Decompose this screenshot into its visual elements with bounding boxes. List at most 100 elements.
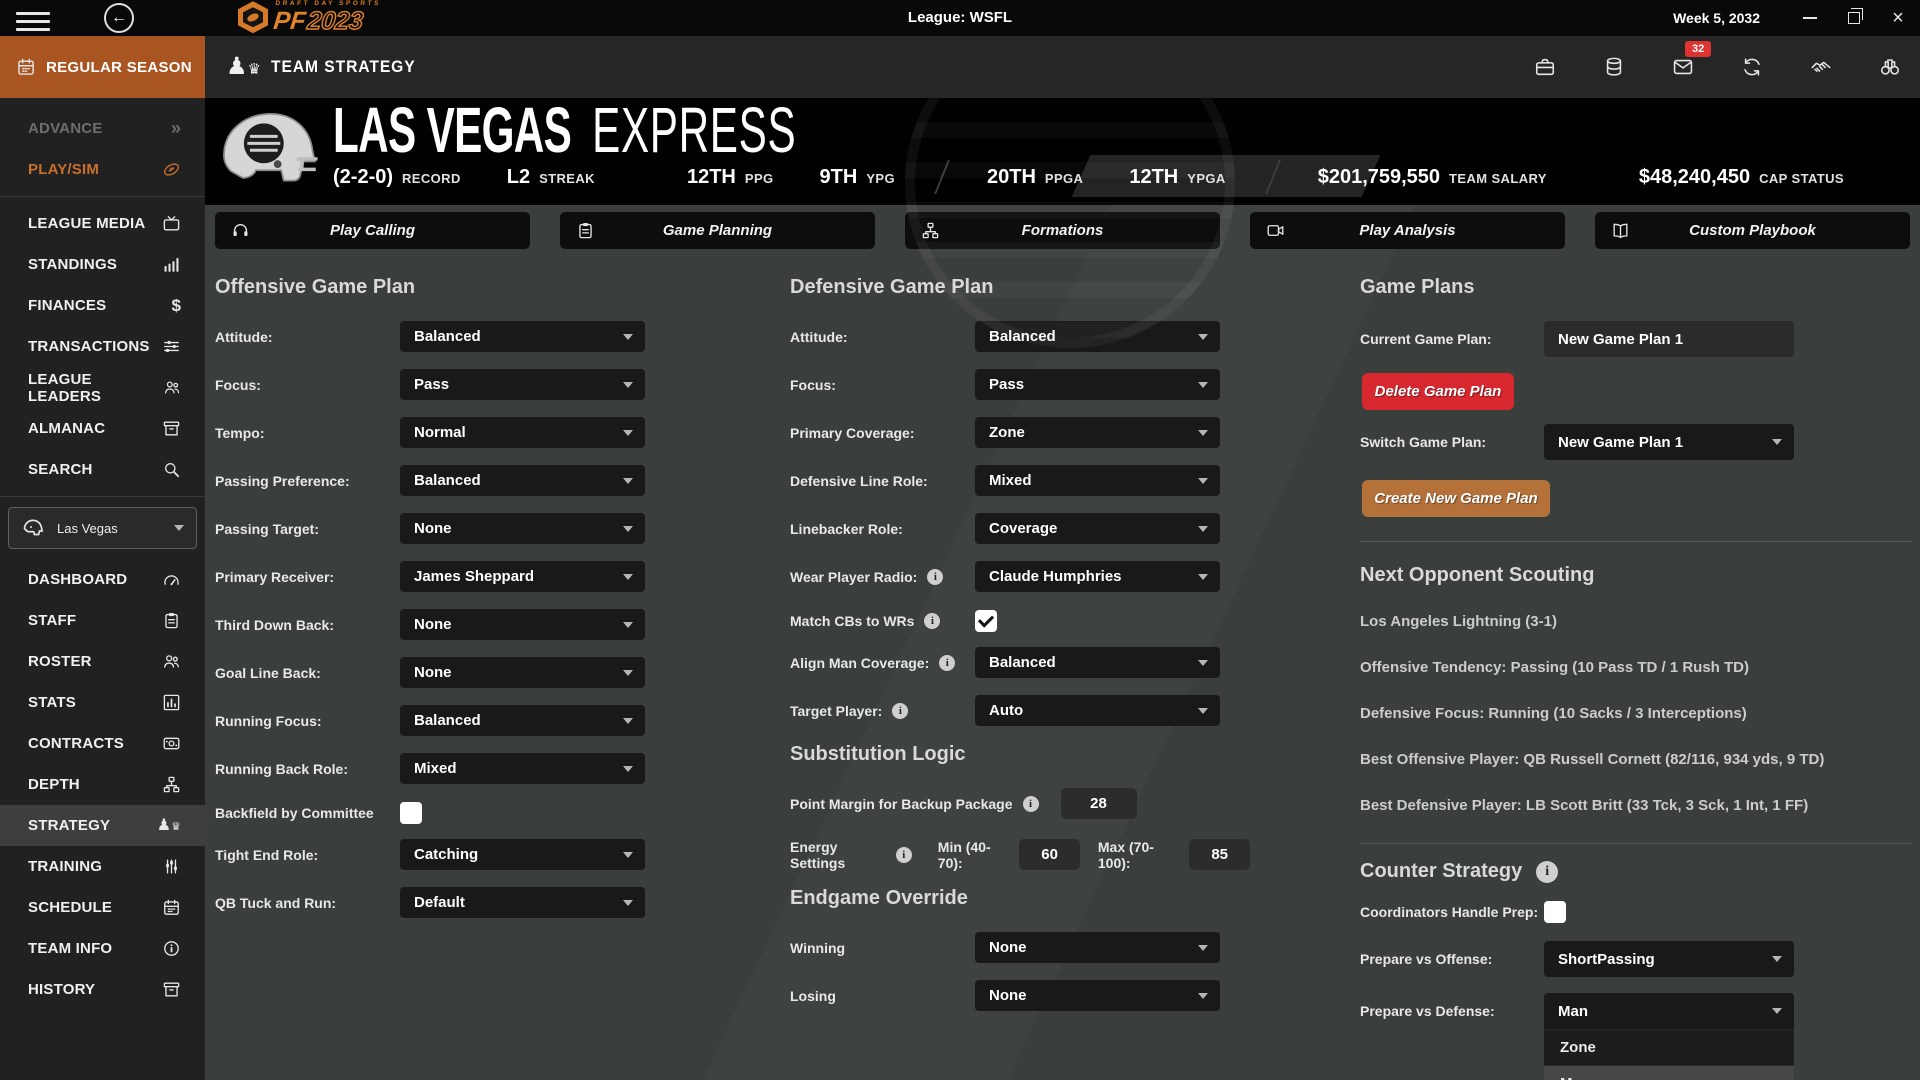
info-icon[interactable] [1536,861,1558,883]
point-margin-input[interactable]: 28 [1061,788,1137,819]
sidebar-item-finances[interactable]: FINANCES $ [0,285,205,326]
option-man[interactable]: Man [1544,1065,1794,1080]
chevron-down-icon [1198,574,1208,580]
def-align-man-coverage-select[interactable]: Balanced [975,647,1220,678]
sidebar-item-depth[interactable]: DEPTH [0,764,205,805]
switch-game-plan-select[interactable]: New Game Plan 1 [1544,424,1794,460]
section-title: Defensive Game Plan [790,276,1250,299]
off-running-focus-select[interactable]: Balanced [400,705,645,736]
sidebar-item-league-media[interactable]: LEAGUE MEDIA [0,203,205,244]
chevron-down-icon [623,430,633,436]
info-icon[interactable] [939,655,955,671]
energy-max-input[interactable]: 85 [1189,839,1250,870]
dollar-icon: $ [172,296,181,316]
endgame-losing-select[interactable]: None [975,980,1220,1011]
prepare-vs-offense-select[interactable]: ShortPassing [1544,941,1794,977]
off-primary-receiver-select[interactable]: James Sheppard [400,561,645,592]
sidebar-item-strategy[interactable]: STRATEGY ♟♛ [0,805,205,846]
sidebar-item-advance[interactable]: ADVANCE » [0,108,205,149]
counter-strategy-header: Counter Strategy [1360,860,1912,883]
minimize-button[interactable] [1788,0,1832,36]
sidebar-item-contracts[interactable]: CONTRACTS [0,723,205,764]
def-primary-coverage-select[interactable]: Zone [975,417,1220,448]
off-running-back-role-select[interactable]: Mixed [400,753,645,784]
match-cbs-to-wrs-checkbox[interactable] [975,610,997,632]
tab-play-analysis[interactable]: Play Analysis [1250,212,1565,249]
gauge-icon [162,570,181,589]
info-icon[interactable] [927,569,943,585]
info-icon[interactable] [896,847,912,863]
off-tight-end-role-select[interactable]: Catching [400,839,645,870]
chevron-down-icon [623,766,633,772]
helmet-icon [21,516,45,540]
off-third-down-back-select[interactable]: None [400,609,645,640]
option-zone[interactable]: Zone [1544,1029,1794,1065]
sidebar-item-stats[interactable]: STATS [0,682,205,723]
close-button[interactable]: × [1876,0,1920,36]
regular-season-button[interactable]: REGULAR SEASON [0,36,205,98]
binoculars-icon[interactable] [1878,55,1902,79]
def-line-role-select[interactable]: Mixed [975,465,1220,496]
tab-play-calling[interactable]: Play Calling [215,212,530,249]
info-icon[interactable] [892,703,908,719]
off-qb-tuck-run-select[interactable]: Default [400,887,645,918]
def-wear-player-radio-select[interactable]: Claude Humphries [975,561,1220,592]
current-game-plan-value: New Game Plan 1 [1544,321,1794,357]
mail-icon[interactable]: 32 [1671,55,1695,79]
sitemap-icon [162,775,181,794]
offensive-game-plan-section: Offensive Game Plan Attitude:Balanced Fo… [215,276,665,935]
sidebar-item-schedule[interactable]: SCHEDULE [0,887,205,928]
sidebar-item-roster[interactable]: ROSTER [0,641,205,682]
sidebar-item-almanac[interactable]: ALMANAC [0,408,205,449]
database-icon[interactable] [1602,55,1626,79]
sidebar-item-dashboard[interactable]: DASHBOARD [0,559,205,600]
energy-min-input[interactable]: 60 [1019,839,1080,870]
off-attitude-select[interactable]: Balanced [400,321,645,352]
info-icon[interactable] [1023,796,1039,812]
backfield-by-committee-checkbox[interactable] [400,802,422,824]
off-focus-select[interactable]: Pass [400,369,645,400]
create-new-game-plan-button[interactable]: Create New Game Plan [1362,480,1550,517]
tab-custom-playbook[interactable]: Custom Playbook [1595,212,1910,249]
coordinators-handle-prep-checkbox[interactable] [1544,901,1566,923]
off-passing-preference-select[interactable]: Balanced [400,465,645,496]
def-focus-select[interactable]: Pass [975,369,1220,400]
sidebar-item-transactions[interactable]: TRANSACTIONS [0,326,205,367]
chevron-down-icon [1772,956,1782,962]
def-linebacker-role-select[interactable]: Coverage [975,513,1220,544]
sidebar-item-team-info[interactable]: TEAM INFO [0,928,205,969]
stat-separator [934,160,950,194]
def-attitude-select[interactable]: Balanced [975,321,1220,352]
sidebar-item-standings[interactable]: STANDINGS [0,244,205,285]
tab-game-planning[interactable]: Game Planning [560,212,875,249]
team-select-dropdown[interactable]: Las Vegas [8,507,197,549]
restore-button[interactable] [1832,0,1876,36]
team-city: LAS VEGAS [333,98,571,166]
chevron-down-icon [623,382,633,388]
bar-chart-icon [162,255,181,274]
sidebar-item-history[interactable]: HISTORY [0,969,205,1010]
delete-game-plan-button[interactable]: Delete Game Plan [1362,373,1514,410]
info-circle-icon [162,939,181,958]
team-name: LAS VEGAS EXPRESS [333,98,796,162]
sidebar-item-league-leaders[interactable]: LEAGUE LEADERS [0,367,205,408]
info-icon[interactable] [924,613,940,629]
section-title: Counter Strategy [1360,860,1522,883]
sidebar-item-training[interactable]: TRAINING [0,846,205,887]
endgame-winning-select[interactable]: None [975,932,1220,963]
sidebar-item-play-sim[interactable]: PLAY/SIM [0,149,205,190]
tab-formations[interactable]: Formations [905,212,1220,249]
sync-icon[interactable] [1740,55,1764,79]
stat-streak: L2STREAK [507,166,595,189]
handshake-icon[interactable] [1809,55,1833,79]
sidebar-item-search[interactable]: SEARCH [0,449,205,490]
clipboard-icon [162,611,181,630]
off-passing-target-select[interactable]: None [400,513,645,544]
sidebar-item-staff[interactable]: STAFF [0,600,205,641]
off-tempo-select[interactable]: Normal [400,417,645,448]
scout-offensive-tendency: Offensive Tendency: Passing (10 Pass TD … [1360,659,1912,676]
prepare-vs-defense-select[interactable]: Man [1544,993,1794,1029]
briefcase-icon[interactable] [1533,55,1557,79]
off-goal-line-back-select[interactable]: None [400,657,645,688]
def-target-player-select[interactable]: Auto [975,695,1220,726]
